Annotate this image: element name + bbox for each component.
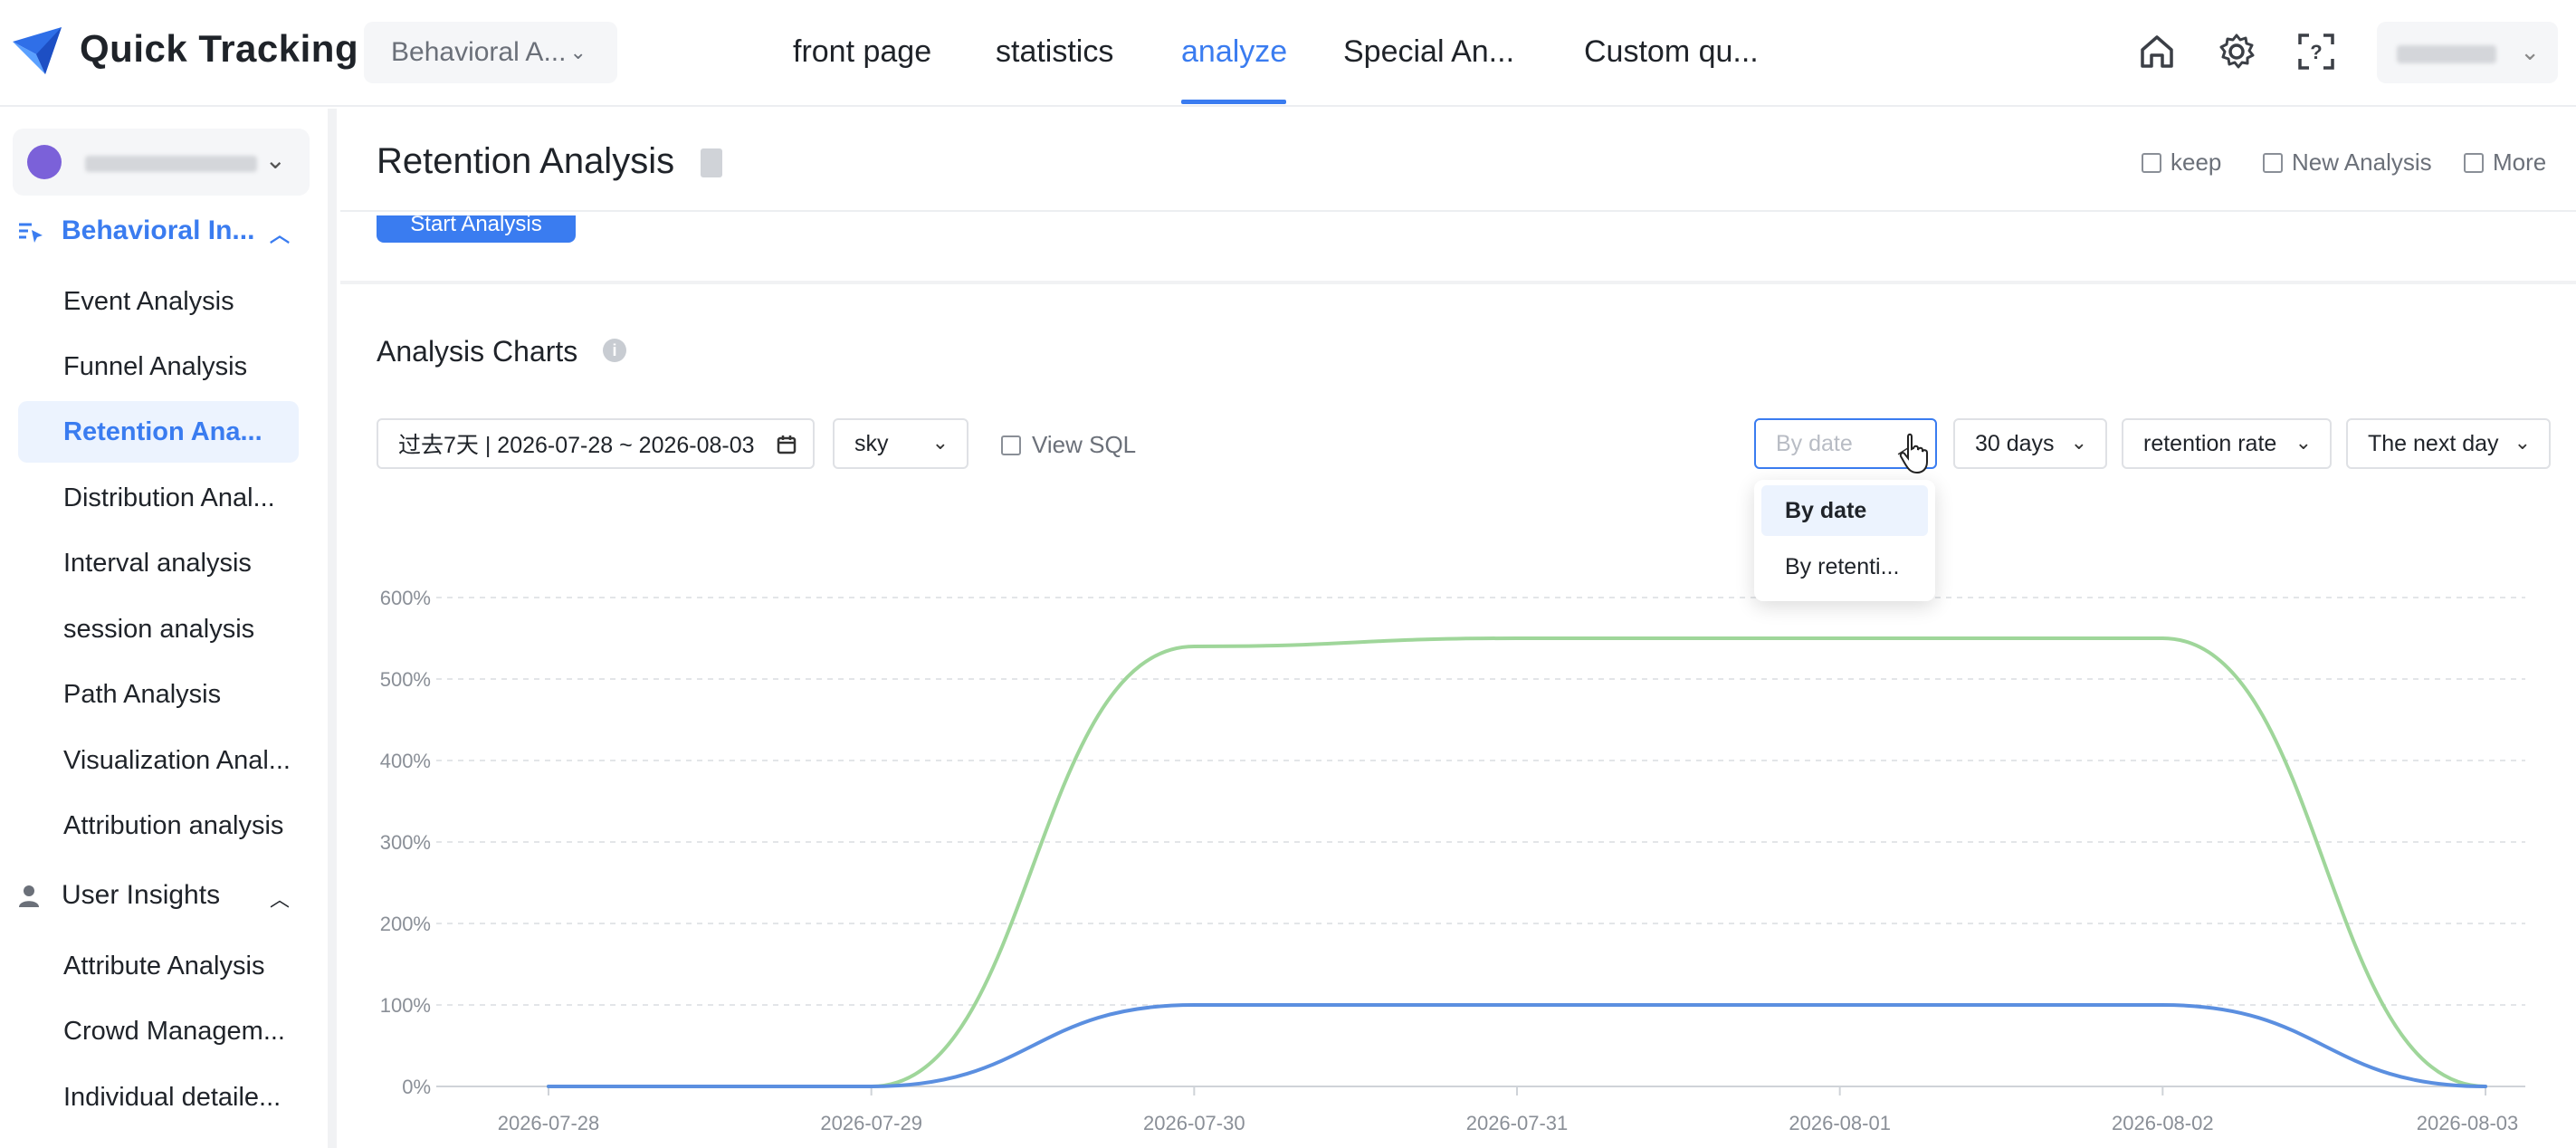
x-tick-label: 2026-08-02	[2112, 1112, 2214, 1134]
chevron-down-icon: ⌄	[2520, 38, 2540, 65]
nav-special-analysis[interactable]: Special An...	[1343, 34, 1514, 70]
nav-front-page[interactable]: front page	[793, 34, 931, 70]
help-icon[interactable]: ?	[2294, 29, 2339, 74]
sidebar-group-behavioral-insights[interactable]: Behavioral In... ︿	[0, 205, 308, 259]
x-tick-label: 2026-08-01	[1789, 1112, 1891, 1134]
user-account-menu[interactable]: ⌄	[2377, 22, 2558, 83]
sidebar: ⌄ Behavioral In... ︿ Event Analysis Funn…	[0, 109, 337, 1148]
series-1-point	[2162, 638, 2163, 639]
project-selector-label: Behavioral A...	[391, 37, 567, 67]
retention-line-chart: 0% 100% 200% 300% 400% 500% 600% 2026-07-28 2026…	[380, 587, 2525, 1134]
nav-custom-query[interactable]: Custom qu...	[1584, 34, 1759, 70]
app-name-redacted	[85, 156, 257, 172]
chevron-down-icon: ⌄	[569, 41, 587, 63]
brand-name: Quick Tracking	[80, 27, 359, 70]
series-2-point	[1839, 1005, 1840, 1006]
x-tick-label: 2026-07-28	[498, 1112, 600, 1134]
series-line-2	[547, 1003, 2487, 1089]
x-tick-label: 2026-07-31	[1466, 1112, 1569, 1134]
app-avatar	[27, 145, 62, 179]
series-2-point	[871, 1086, 872, 1087]
project-selector[interactable]: Behavioral A... ⌄	[364, 22, 617, 83]
sidebar-item-path-analysis[interactable]: Path Analysis	[18, 664, 299, 725]
user-icon	[19, 885, 39, 907]
sidebar-item-visualization-analysis[interactable]: Visualization Anal...	[18, 730, 299, 791]
dropdown-option-by-date[interactable]: By date	[1761, 485, 1928, 536]
y-tick-label: 100%	[380, 994, 431, 1017]
svg-text:?: ?	[2310, 41, 2322, 63]
sidebar-item-interval-analysis[interactable]: Interval analysis	[18, 532, 299, 594]
sidebar-item-crowd-management[interactable]: Crowd Managem...	[18, 1000, 299, 1062]
series-2-point	[1194, 1005, 1195, 1006]
sidebar-item-individual-details[interactable]: Individual detaile...	[18, 1067, 299, 1128]
sidebar-item-distribution-analysis[interactable]: Distribution Anal...	[18, 467, 299, 529]
chevron-up-icon: ︿	[270, 888, 291, 911]
series-2-point	[2162, 1005, 2163, 1006]
series-2-point	[2485, 1086, 2486, 1087]
main-content: Retention Analysis keep New Analysis Mor…	[340, 109, 2576, 1148]
y-tick-label: 500%	[380, 668, 431, 691]
y-tick-label: 300%	[380, 831, 431, 854]
x-tick-label: 2026-07-29	[820, 1112, 922, 1134]
series-2-point	[1517, 1005, 1518, 1006]
nav-analyze[interactable]: analyze	[1181, 34, 1287, 70]
behavior-icon	[19, 223, 43, 243]
gear-icon[interactable]	[2214, 29, 2259, 74]
active-tab-indicator	[1181, 100, 1286, 104]
nav-statistics[interactable]: statistics	[996, 34, 1113, 70]
series-1-point	[1194, 646, 1195, 647]
chevron-up-icon: ︿	[270, 224, 291, 246]
group-by-dropdown-menu: By date By retenti...	[1754, 480, 1935, 601]
avatar	[2397, 45, 2496, 63]
quick-tracking-logo-icon	[13, 27, 62, 74]
top-navigation-bar: Quick Tracking Behavioral A... ⌄ front p…	[0, 0, 2576, 107]
sidebar-group-label: User Insights	[62, 880, 221, 910]
sidebar-item-attribute-analysis[interactable]: Attribute Analysis	[18, 935, 299, 997]
sidebar-group-label: Behavioral In...	[62, 215, 255, 245]
sidebar-item-retention-analysis[interactable]: Retention Ana...	[18, 401, 299, 463]
dropdown-option-by-retention[interactable]: By retenti...	[1761, 541, 1928, 592]
chevron-down-icon: ⌄	[264, 146, 286, 174]
sidebar-item-event-analysis[interactable]: Event Analysis	[18, 271, 299, 332]
home-icon[interactable]	[2134, 29, 2180, 74]
sidebar-item-session-analysis[interactable]: session analysis	[18, 598, 299, 660]
app-selector[interactable]: ⌄	[13, 129, 310, 196]
x-tick-label: 2026-07-30	[1143, 1112, 1245, 1134]
y-tick-label: 0%	[402, 1076, 431, 1098]
y-tick-label: 400%	[380, 750, 431, 772]
sidebar-item-funnel-analysis[interactable]: Funnel Analysis	[18, 336, 299, 397]
series-1-point	[1839, 638, 1840, 639]
sidebar-group-user-insights[interactable]: User Insights ︿	[0, 869, 308, 923]
x-tick-label: 2026-08-03	[2417, 1112, 2519, 1134]
y-tick-label: 200%	[380, 913, 431, 935]
series-line-1	[547, 636, 2487, 1089]
series-1-point	[1517, 638, 1518, 639]
sidebar-item-attribution-analysis[interactable]: Attribution analysis	[18, 795, 299, 856]
y-tick-label: 600%	[380, 587, 431, 609]
